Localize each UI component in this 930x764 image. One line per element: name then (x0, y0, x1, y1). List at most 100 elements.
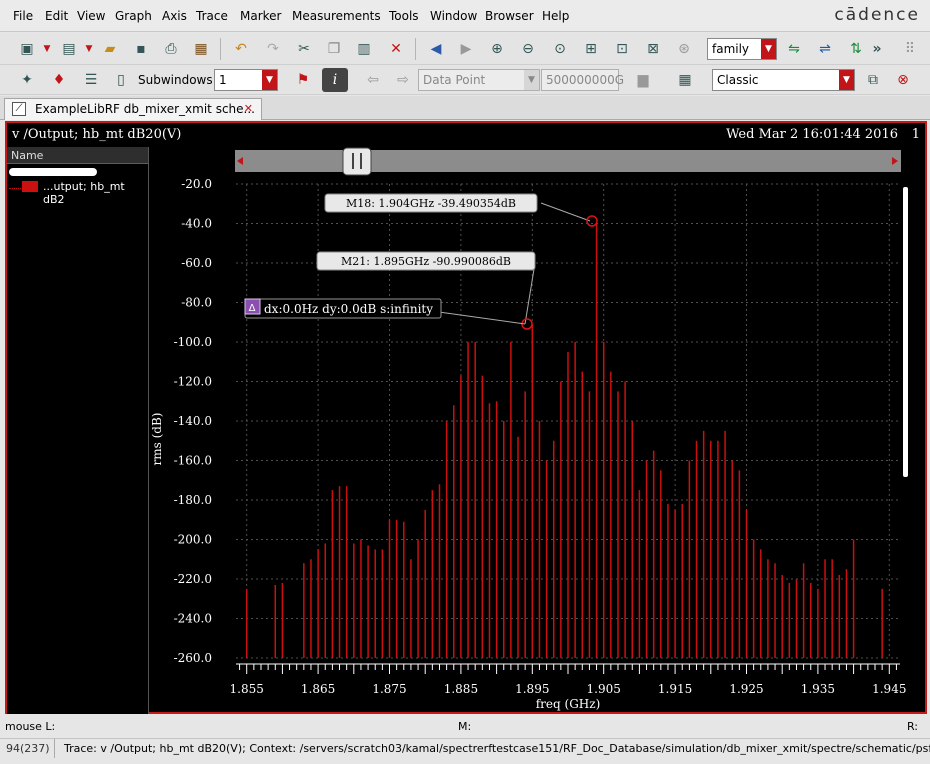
window-icon[interactable]: ⧉ (860, 68, 886, 92)
tab-schematic[interactable]: ⟋ ExampleLibRF db_mixer_xmit sche... ✕ (4, 98, 262, 120)
marker-m18-point[interactable] (586, 215, 598, 227)
chevron-down-icon: ▼ (839, 70, 854, 90)
menu-browser[interactable]: Browser (485, 9, 534, 23)
menu-tools[interactable]: Tools (389, 9, 419, 23)
copy-icon[interactable]: ❐ (321, 37, 347, 61)
menu-measurements[interactable]: Measurements (292, 9, 381, 23)
y-scrollbar-thumb[interactable] (903, 187, 908, 477)
new-window-icon[interactable]: ▣ (14, 37, 40, 61)
marker-m18[interactable]: M18: 1.904GHz -39.490354dB (324, 193, 598, 227)
print-icon[interactable]: ⎙ (158, 37, 184, 61)
zoom-y-icon[interactable]: ⊛ (671, 37, 697, 61)
cut-icon[interactable]: ✂ (291, 37, 317, 61)
wand-icon[interactable]: ✦ (14, 68, 40, 92)
open-icon[interactable]: ▰ (97, 37, 123, 61)
grip-icon[interactable]: ⠿ (897, 37, 923, 61)
fit-all-icon[interactable]: ⊡ (609, 37, 635, 61)
menu-edit[interactable]: Edit (45, 9, 68, 23)
frequency-field[interactable]: 500000000G (541, 69, 624, 91)
menu-bar: File Edit View Graph Axis Trace Marker M… (0, 0, 930, 32)
mouse-left-status: mouse L: (5, 720, 56, 733)
undo-icon[interactable]: ↶ (228, 37, 254, 61)
dropdown-arrow-icon[interactable]: ▼ (40, 37, 54, 61)
delete-icon[interactable]: ✕ (383, 37, 409, 61)
table-icon[interactable]: ▦ (672, 68, 698, 92)
tab-bar: ⟋ ExampleLibRF db_mixer_xmit sche... ✕ (0, 96, 930, 120)
mouse-right-status: R: (907, 720, 919, 733)
y-tick-label: -20.0 (181, 177, 212, 191)
back-icon[interactable]: ◀ (423, 37, 449, 61)
secondary-toolbar: ✦ ♦ ☰ ▯ Subwindows: 1 ▼ ⚑ i ⇦ ⇨ Data Poi… (0, 65, 930, 95)
trace-info-bar: 94(237) Trace: v /Output; hb_mt dB20(V);… (0, 738, 930, 758)
y-tick-label: -100.0 (174, 335, 212, 349)
x-tick-label: 1.945 (872, 682, 906, 696)
chevron-down-icon: ▼ (761, 39, 776, 59)
y-tick-label: -260.0 (174, 651, 212, 665)
more-icon[interactable]: » (868, 37, 886, 61)
main-toolbar: ▣ ▼ ▤ ▼ ▰ ▪ ⎙ ▦ ↶ ↷ ✂ ❐ ▥ ✕ ◀ ▶ ⊕ ⊖ ⊙ ⊞ … (0, 33, 930, 65)
chevron-down-icon: ▼ (524, 70, 539, 90)
trace-context: Trace: v /Output; hb_mt dB20(V); Context… (64, 742, 930, 755)
menu-axis[interactable]: Axis (162, 9, 187, 23)
columns-icon[interactable]: ▯ (108, 68, 134, 92)
zoom-out-icon[interactable]: ⊖ (515, 37, 541, 61)
x-axis-label: freq (GHz) (536, 697, 601, 711)
dropdown-arrow-icon[interactable]: ▼ (82, 37, 96, 61)
menu-trace[interactable]: Trace (196, 9, 228, 23)
redo-icon[interactable]: ↷ (260, 37, 286, 61)
subwindows-combo[interactable]: 1 ▼ (214, 69, 278, 91)
x-tick-label: 1.935 (801, 682, 835, 696)
x-scrollbar-track[interactable] (235, 150, 901, 172)
y-tick-label: -180.0 (174, 493, 212, 507)
menu-window[interactable]: Window (430, 9, 477, 23)
subwindows-label: Subwindows: (138, 73, 217, 87)
status-bar: mouse L: M: R: (0, 716, 930, 738)
y-tick-label: -60.0 (181, 256, 212, 270)
trace-bars (245, 223, 883, 658)
overlay-icon[interactable]: ⇌ (812, 37, 838, 61)
close-icon[interactable]: ✕ (244, 102, 253, 115)
menu-help[interactable]: Help (542, 9, 569, 23)
calculator-icon[interactable]: ▦ (188, 37, 214, 61)
data-point-combo[interactable]: Data Point ▼ (418, 69, 540, 91)
x-tick-label: 1.905 (587, 682, 621, 696)
marker-prev-icon[interactable]: ⇦ (360, 68, 386, 92)
stack-icon[interactable]: ☰ (78, 68, 104, 92)
x-scrollbar-thumb[interactable] (342, 147, 372, 176)
y-tick-label: -160.0 (174, 454, 212, 468)
cards-icon[interactable]: ♦ (46, 68, 72, 92)
x-tick-label: 1.885 (444, 682, 478, 696)
graph-tab-icon: ⟋ (12, 102, 26, 116)
new-subwindow-icon[interactable]: ▤ (56, 37, 82, 61)
histogram-icon[interactable]: ▆ (630, 68, 656, 92)
delta-icon: Δ (249, 303, 256, 314)
delta-marker-label: dx:0.0Hz dy:0.0dB s:infinity (264, 302, 433, 316)
forward-icon[interactable]: ▶ (453, 37, 479, 61)
y-tick-label: -200.0 (174, 533, 212, 547)
marker-next-icon[interactable]: ⇨ (390, 68, 416, 92)
split-icon[interactable]: ⇅ (843, 37, 869, 61)
menu-marker[interactable]: Marker (240, 9, 281, 23)
save-icon[interactable]: ▪ (128, 37, 154, 61)
x-tick-label: 1.895 (515, 682, 549, 696)
y-tick-label: -240.0 (174, 612, 212, 626)
x-tick-label: 1.925 (729, 682, 763, 696)
style-combo[interactable]: Classic ▼ (712, 69, 855, 91)
zoom-fit-icon[interactable]: ⊙ (547, 37, 573, 61)
paste-icon[interactable]: ▥ (351, 37, 377, 61)
info-icon[interactable]: i (322, 68, 348, 92)
trace-index: 94(237) (6, 742, 50, 755)
strip-icon[interactable]: ⇋ (781, 37, 807, 61)
x-tick-label: 1.875 (372, 682, 406, 696)
zoom-in-icon[interactable]: ⊕ (484, 37, 510, 61)
close-window-icon[interactable]: ⊗ (890, 68, 916, 92)
menu-view[interactable]: View (77, 9, 105, 23)
zoom-x-icon[interactable]: ⊠ (640, 37, 666, 61)
menu-file[interactable]: File (13, 9, 33, 23)
flag-icon[interactable]: ⚑ (290, 68, 316, 92)
menu-graph[interactable]: Graph (115, 9, 152, 23)
zoom-box-icon[interactable]: ⊞ (578, 37, 604, 61)
family-combo[interactable]: family ▼ (707, 38, 777, 60)
marker-m18-label: M18: 1.904GHz -39.490354dB (346, 197, 516, 210)
y-tick-label: -40.0 (181, 217, 212, 231)
